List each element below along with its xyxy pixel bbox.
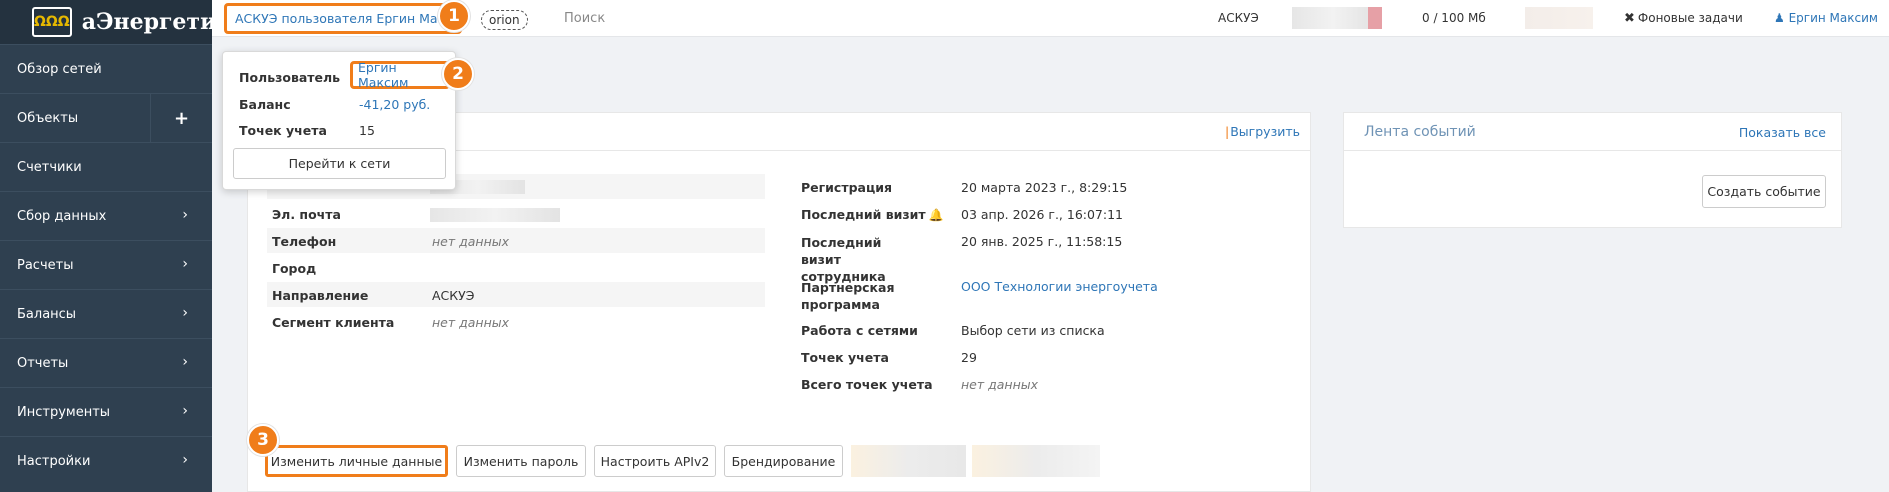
- close-icon: ✖: [1624, 11, 1635, 26]
- field-label: Направление: [272, 288, 369, 303]
- field-label: Последний визит 🔔: [801, 207, 944, 222]
- sidebar-item-label: Обзор сетей: [17, 61, 102, 77]
- edit-personal-data-button[interactable]: Изменить личные данные: [265, 445, 448, 477]
- branding-button[interactable]: Брендирование: [724, 445, 843, 477]
- row-stripe: [267, 228, 765, 253]
- field-label: Эл. почта: [272, 207, 341, 222]
- show-all-link[interactable]: Показать все: [1739, 125, 1826, 140]
- field-value: АСКУЭ: [432, 288, 475, 303]
- sidebar-item-label: Счетчики: [17, 159, 82, 175]
- sidebar: ΩΩΩ аЭнергетик Обзор сетей Объекты + Счет…: [0, 0, 232, 492]
- popup-points-value: 15: [359, 123, 375, 138]
- step-badge-2: 2: [442, 58, 474, 90]
- sidebar-item-objects[interactable]: Объекты +: [0, 93, 212, 142]
- field-value: нет данных: [432, 315, 510, 330]
- sidebar-item-label: Настройки: [17, 453, 91, 469]
- redacted-block: [430, 208, 560, 222]
- background-tasks-button[interactable]: ✖ Фоновые задачи: [1624, 11, 1743, 26]
- field-label: Последний визит сотрудника: [801, 235, 886, 284]
- popup-user-label: Пользователь: [239, 70, 341, 85]
- sidebar-item-data-collection[interactable]: Сбор данных ›: [0, 191, 212, 240]
- step-badge-3: 3: [247, 424, 279, 456]
- logo-mark: ΩΩΩ: [32, 7, 72, 37]
- plus-icon[interactable]: +: [150, 94, 212, 142]
- user-menu[interactable]: ♟ Ергин Максим: [1774, 11, 1878, 25]
- field-label: Точек учета: [801, 350, 889, 365]
- events-card: Лента событий Показать все Создать событ…: [1343, 112, 1842, 228]
- export-link[interactable]: Выгрузить: [1225, 124, 1300, 139]
- create-event-button[interactable]: Создать событие: [1702, 175, 1826, 208]
- field-label: Город: [272, 261, 317, 276]
- chevron-right-icon: ›: [182, 452, 188, 468]
- step-badge-1: 1: [438, 0, 470, 32]
- logo-text: аЭнергетик: [81, 9, 233, 35]
- setup-api-button[interactable]: Настроить APIv2: [594, 445, 716, 477]
- redacted-button: [972, 445, 1100, 477]
- org-badge[interactable]: orion: [481, 10, 528, 30]
- field-label: Партнерская программа: [801, 280, 895, 312]
- field-value: нет данных: [961, 377, 1039, 392]
- field-label-text: Последний визит: [801, 207, 926, 222]
- chevron-right-icon: ›: [182, 403, 188, 419]
- sidebar-item-networks[interactable]: Обзор сетей: [0, 44, 212, 93]
- chevron-right-icon: ›: [182, 354, 188, 370]
- field-value: 20 янв. 2025 г., 11:58:15: [961, 234, 1123, 249]
- sidebar-item-reports[interactable]: Отчеты ›: [0, 338, 212, 387]
- popup-points-label: Точек учета: [239, 123, 327, 138]
- sidebar-item-balances[interactable]: Балансы ›: [0, 289, 212, 338]
- field-label: Регистрация: [801, 180, 893, 195]
- field-label: Сегмент клиента: [272, 315, 395, 330]
- redacted-block: [1368, 7, 1382, 29]
- chevron-right-icon: ›: [182, 207, 188, 223]
- field-value: 29: [961, 350, 977, 365]
- popup-balance-label: Баланс: [239, 97, 291, 112]
- chevron-right-icon: ›: [182, 305, 188, 321]
- sidebar-item-calculations[interactable]: Расчеты ›: [0, 240, 212, 289]
- field-value: Выбор сети из списка: [961, 323, 1105, 338]
- sidebar-item-settings[interactable]: Настройки ›: [0, 436, 212, 485]
- sidebar-item-label: Объекты: [17, 110, 79, 126]
- redacted-button: [851, 445, 966, 477]
- sidebar-item-label: Отчеты: [17, 355, 69, 371]
- sidebar-item-label: Расчеты: [17, 257, 74, 273]
- background-tasks-label: Фоновые задачи: [1637, 11, 1743, 25]
- user-icon: ♟: [1774, 11, 1785, 25]
- popup-balance-value[interactable]: -41,20 руб.: [359, 97, 430, 112]
- bell-icon: 🔔: [928, 208, 944, 222]
- change-password-button[interactable]: Изменить пароль: [456, 445, 586, 477]
- system-label: АСКУЭ: [1218, 11, 1259, 25]
- network-title-link[interactable]: АСКУЭ пользователя Ергин Максим: [224, 3, 462, 34]
- user-name: Ергин Максим: [1788, 11, 1878, 25]
- user-popup: Пользователь Ергин Максим Баланс -41,20 …: [222, 51, 456, 190]
- search-input[interactable]: Поиск: [564, 11, 605, 26]
- sidebar-item-label: Балансы: [17, 306, 77, 322]
- sidebar-item-tools[interactable]: Инструменты ›: [0, 387, 212, 436]
- go-to-network-button[interactable]: Перейти к сети: [233, 148, 446, 179]
- sidebar-item-label: Сбор данных: [17, 208, 107, 224]
- redacted-block: [1525, 7, 1593, 29]
- logo[interactable]: ΩΩΩ аЭнергетик: [0, 0, 232, 44]
- field-value: 20 марта 2023 г., 8:29:15: [961, 180, 1128, 195]
- field-label: Телефон: [272, 234, 337, 249]
- redacted-block: [1292, 7, 1374, 29]
- field-label: Всего точек учета: [801, 377, 933, 392]
- sidebar-item-meters[interactable]: Счетчики: [0, 142, 212, 191]
- field-label: Работа с сетями: [801, 323, 918, 338]
- field-value: нет данных: [432, 234, 510, 249]
- field-value: 03 апр. 2026 г., 16:07:11: [961, 207, 1124, 222]
- events-header: Лента событий Показать все: [1344, 113, 1841, 151]
- chevron-right-icon: ›: [182, 256, 188, 272]
- sidebar-item-label: Инструменты: [17, 404, 111, 420]
- partner-link[interactable]: ООО Технологии энергоучета: [961, 279, 1158, 294]
- events-title: Лента событий: [1364, 124, 1476, 140]
- popup-user-link[interactable]: Ергин Максим: [350, 60, 450, 90]
- storage-usage: 0 / 100 Мб: [1422, 11, 1486, 25]
